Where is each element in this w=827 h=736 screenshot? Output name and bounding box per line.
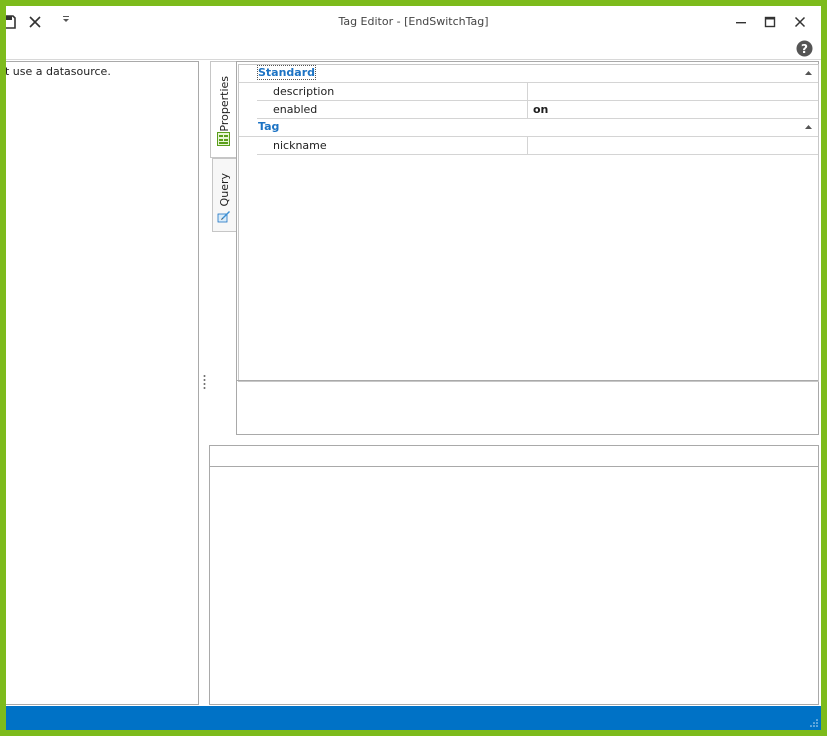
property-row-nickname[interactable]: nickname	[257, 137, 818, 155]
left-panel[interactable]: t use a datasource.	[6, 61, 199, 705]
category-standard[interactable]: Standard	[239, 65, 818, 83]
help-icon[interactable]: ?	[796, 40, 813, 57]
ribbon-divider	[6, 59, 821, 60]
title-bar: Tag Editor - [EndSwitchTag]	[6, 6, 821, 38]
property-name: enabled	[273, 103, 318, 116]
collapse-arrow-icon[interactable]	[805, 125, 812, 129]
property-row-enabled[interactable]: enabled on	[257, 101, 818, 119]
property-name: nickname	[273, 139, 327, 152]
maximize-button[interactable]	[755, 11, 785, 33]
maximize-icon	[764, 16, 776, 28]
resize-grip-icon[interactable]	[810, 719, 818, 727]
property-value[interactable]: on	[533, 103, 548, 116]
horizontal-splitter-grip[interactable]	[504, 439, 522, 449]
description-pane-divider	[237, 380, 818, 381]
tab-properties[interactable]: Properties	[210, 61, 238, 158]
category-label: Standard	[256, 65, 317, 80]
status-bar	[6, 706, 821, 730]
close-window-button[interactable]	[785, 11, 815, 33]
property-row-description[interactable]: description	[257, 83, 818, 101]
property-name: description	[273, 85, 335, 98]
minimize-button[interactable]	[726, 11, 756, 33]
category-tag[interactable]: Tag	[239, 119, 818, 137]
grid-icon	[217, 132, 230, 149]
property-grid[interactable]: Standard description enabled on Tag nick…	[236, 61, 819, 435]
collapse-arrow-icon[interactable]	[805, 71, 812, 75]
vertical-splitter-grip[interactable]	[203, 374, 206, 390]
category-label: Tag	[258, 120, 280, 133]
tab-query[interactable]: Query	[212, 158, 237, 232]
window-title: Tag Editor - [EndSwitchTag]	[338, 15, 489, 28]
close-window-icon	[794, 16, 806, 28]
svg-text:?: ?	[801, 42, 808, 56]
bottom-panel[interactable]	[209, 445, 819, 705]
tab-properties-label: Properties	[218, 76, 231, 132]
pencil-icon	[217, 209, 231, 226]
tab-query-label: Query	[218, 173, 231, 207]
tag-editor-window: Tag Editor - [EndSwitchTag] ? t use a da…	[6, 6, 821, 730]
minimize-icon	[736, 22, 746, 24]
bottom-panel-header	[210, 446, 818, 467]
datasource-message: t use a datasource.	[6, 65, 111, 78]
property-grid-rows: Standard description enabled on Tag nick…	[238, 64, 819, 382]
